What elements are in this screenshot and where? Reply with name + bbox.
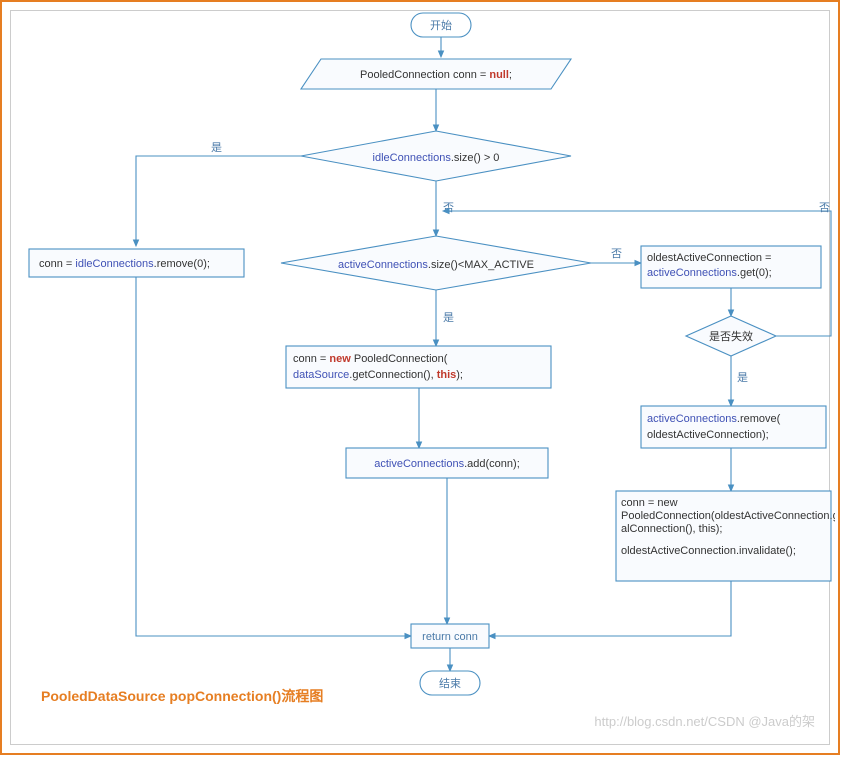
end-label: 结束 [439,677,461,690]
edge-yes-1: 是 [211,141,222,154]
edge-yes-2: 是 [443,311,454,324]
return-text: return conn [422,631,478,643]
edge-no-3: 否 [819,202,830,214]
decision-active-text: activeConnections.size()<MAX_ACTIVE [338,259,534,271]
add-active-text: activeConnections.add(conn); [374,458,520,470]
decision-invalid-text: 是否失效 [709,329,753,343]
remove-idle-text: conn = idleConnections.remove(0); [39,258,210,270]
diagram-title: PooledDataSource popConnection()流程图 [41,686,323,706]
watermark: http://blog.csdn.net/CSDN @Java的架 [594,711,815,730]
start-label: 开始 [430,18,452,32]
flowchart-svg: 开始 PooledConnection conn = null; idleCon… [11,11,835,747]
diagram-inner: 开始 PooledConnection conn = null; idleCon… [10,10,830,745]
decision-idle-text: idleConnections.size() > 0 [373,152,500,164]
edge-no-1: 否 [443,202,454,214]
edge-no-2: 否 [611,248,622,260]
init-text: PooledConnection conn = null; [360,69,512,81]
diagram-outer: 开始 PooledConnection conn = null; idleCon… [0,0,840,755]
edge-yes-3: 是 [737,371,748,384]
